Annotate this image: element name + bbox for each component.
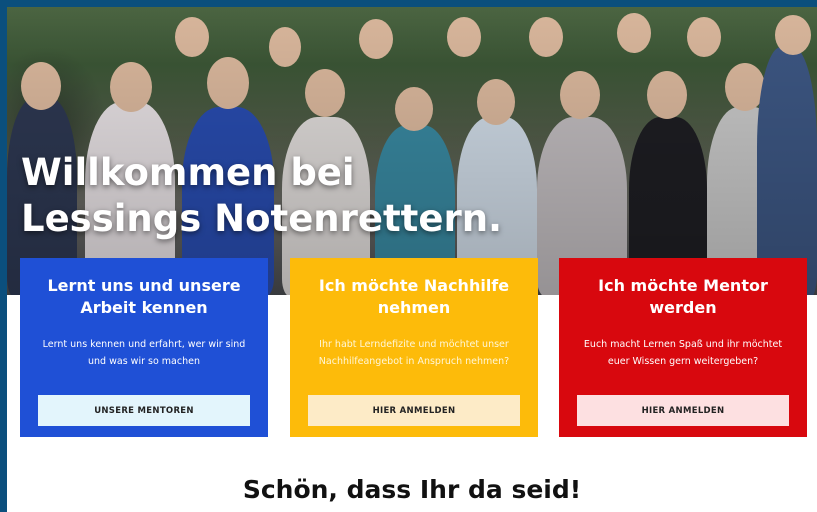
card-title: Ich möchte Nachhilfe nehmen (318, 276, 510, 317)
hero-title: Willkommen bei Lessings Notenrettern. (21, 151, 503, 240)
hero-banner: Willkommen bei Lessings Notenrettern. (7, 7, 817, 295)
page: Willkommen bei Lessings Notenrettern. Le… (7, 7, 817, 512)
card-text: Euch macht Lernen Spaß und ihr möchtet e… (583, 339, 783, 367)
register-tutoring-button[interactable]: HIER ANMELDEN (308, 395, 520, 426)
card-take-tutoring: Ich möchte Nachhilfe nehmen Ihr habt Ler… (290, 258, 538, 437)
card-text: Ihr habt Lerndefizite und möchtet unser … (318, 339, 510, 367)
card-become-mentor: Ich möchte Mentor werden Euch macht Lern… (559, 258, 807, 437)
card-title: Ich möchte Mentor werden (598, 276, 768, 317)
section-heading: Schön, dass Ihr da seid! (242, 475, 582, 504)
card-title: Lernt uns und unsere Arbeit kennen (47, 276, 241, 317)
our-mentors-button[interactable]: UNSERE MENTOREN (38, 395, 250, 426)
card-text: Lernt uns kennen und erfahrt, wer wir si… (42, 339, 246, 367)
card-about-us: Lernt uns und unsere Arbeit kennen Lernt… (20, 258, 268, 437)
register-mentor-button[interactable]: HIER ANMELDEN (577, 395, 789, 426)
